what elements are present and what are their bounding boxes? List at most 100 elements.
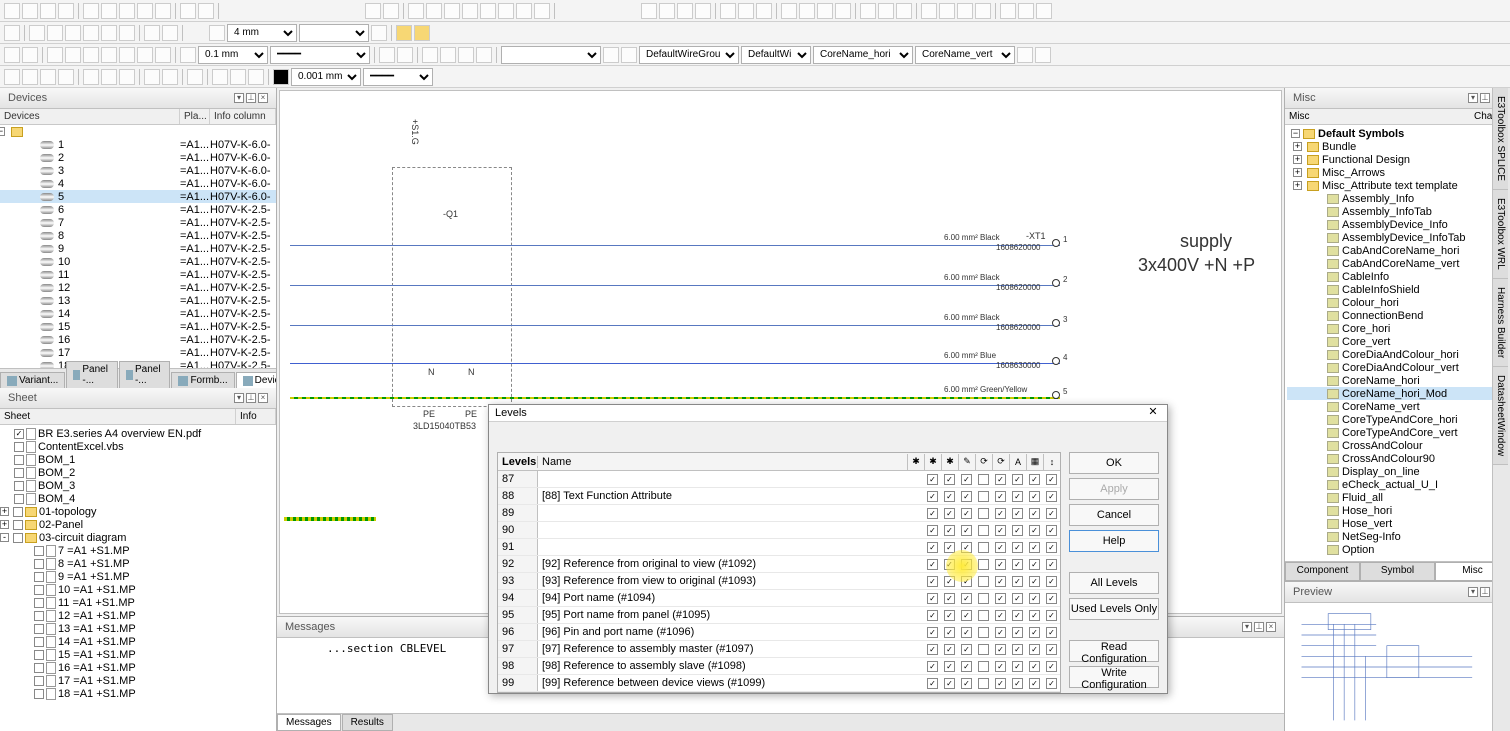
level-col-icon[interactable]: ↕ bbox=[1043, 454, 1060, 470]
sheet-tree-item[interactable]: BOM_1 bbox=[2, 453, 274, 466]
pin-icon[interactable]: ⊥ bbox=[246, 93, 256, 103]
apply-button[interactable]: Apply bbox=[1069, 478, 1159, 500]
used-levels-button[interactable]: Used Levels Only bbox=[1069, 598, 1159, 620]
cancel-button[interactable]: Cancel bbox=[1069, 504, 1159, 526]
toolbar-button[interactable] bbox=[835, 3, 851, 19]
toolbar-button[interactable] bbox=[58, 3, 74, 19]
device-row[interactable]: 10=A1...H07V-K-2.5- bbox=[0, 255, 276, 268]
misc-item[interactable]: Hose_vert bbox=[1287, 517, 1508, 530]
toolbar-button[interactable] bbox=[860, 3, 876, 19]
toolbar-button[interactable] bbox=[397, 47, 413, 63]
pin-icon[interactable]: ⊥ bbox=[1480, 587, 1490, 597]
misc-folder[interactable]: +Misc_Attribute text template bbox=[1287, 179, 1508, 192]
toolbar-button[interactable] bbox=[738, 3, 754, 19]
level-col-icon[interactable]: ⟳ bbox=[992, 454, 1009, 470]
close-icon[interactable]: × bbox=[258, 393, 268, 403]
linestyle2-select[interactable]: ━━━━ bbox=[363, 68, 433, 86]
device-row[interactable]: 4=A1...H07V-K-6.0- bbox=[0, 177, 276, 190]
misc-item[interactable]: eCheck_actual_U_I bbox=[1287, 478, 1508, 491]
toolbar-button[interactable] bbox=[878, 3, 894, 19]
toolbar-button[interactable] bbox=[939, 3, 955, 19]
toolbar-button[interactable] bbox=[155, 47, 171, 63]
device-row[interactable]: 12=A1...H07V-K-2.5- bbox=[0, 281, 276, 294]
toolbar-button[interactable] bbox=[101, 3, 117, 19]
toolbar-button[interactable] bbox=[408, 3, 424, 19]
sheet-tree-item[interactable]: 11 =A1 +S1.MP bbox=[2, 596, 274, 609]
level-row[interactable]: 95[95] Port name from panel (#1095)✓✓✓✓✓… bbox=[498, 607, 1060, 624]
misc-item[interactable]: NetSeg-Info bbox=[1287, 530, 1508, 543]
misc-item[interactable]: CoreTypeAndCore_vert bbox=[1287, 426, 1508, 439]
level-col-icon[interactable]: ✱ bbox=[924, 454, 941, 470]
devices-list[interactable]: −1=A1...H07V-K-6.0-2=A1...H07V-K-6.0-3=A… bbox=[0, 125, 276, 368]
misc-item[interactable]: CabAndCoreName_hori bbox=[1287, 244, 1508, 257]
toolbar-button[interactable] bbox=[144, 25, 160, 41]
device-row[interactable]: 3=A1...H07V-K-6.0- bbox=[0, 164, 276, 177]
misc-item[interactable]: CableInfoShield bbox=[1287, 283, 1508, 296]
misc-item[interactable]: CoreName_vert bbox=[1287, 400, 1508, 413]
device-row[interactable]: 6=A1...H07V-K-2.5- bbox=[0, 203, 276, 216]
sheet-tree[interactable]: ✓BR E3.series A4 overview EN.pdfContentE… bbox=[0, 425, 276, 731]
toolbar-button[interactable] bbox=[4, 47, 20, 63]
misc-bottom-tab[interactable]: Symbol bbox=[1360, 562, 1435, 581]
misc-bottom-tab[interactable]: Component bbox=[1285, 562, 1360, 581]
toolbar-button[interactable] bbox=[137, 47, 153, 63]
misc-folder[interactable]: +Misc_Arrows bbox=[1287, 166, 1508, 179]
dropdown-icon[interactable]: ▾ bbox=[1468, 93, 1478, 103]
level-row[interactable]: 89✓✓✓✓✓✓✓ bbox=[498, 505, 1060, 522]
toolbar-button[interactable] bbox=[40, 69, 56, 85]
toolbar-button[interactable] bbox=[975, 3, 991, 19]
misc-item[interactable]: Core_vert bbox=[1287, 335, 1508, 348]
dropdown-icon[interactable]: ▾ bbox=[1468, 587, 1478, 597]
devices-tab[interactable]: Panel -... bbox=[66, 361, 118, 388]
sheet-tree-item[interactable]: 13 =A1 +S1.MP bbox=[2, 622, 274, 635]
toolbar-button[interactable] bbox=[119, 3, 135, 19]
toolbar-button[interactable] bbox=[162, 25, 178, 41]
write-config-button[interactable]: Write Configuration bbox=[1069, 666, 1159, 688]
dropdown-icon[interactable]: ▾ bbox=[234, 393, 244, 403]
toolbar-button[interactable] bbox=[396, 25, 412, 41]
misc-item[interactable]: Assembly_Info bbox=[1287, 192, 1508, 205]
toolbar-button[interactable] bbox=[22, 69, 38, 85]
toolbar-button[interactable] bbox=[209, 25, 225, 41]
toolbar-button[interactable] bbox=[212, 69, 228, 85]
toolbar-button[interactable] bbox=[621, 47, 637, 63]
toolbar-button[interactable] bbox=[230, 69, 246, 85]
sheet-tree-item[interactable]: 14 =A1 +S1.MP bbox=[2, 635, 274, 648]
level-row[interactable]: 88[88] Text Function Attribute✓✓✓✓✓✓✓ bbox=[498, 488, 1060, 505]
device-row[interactable]: 11=A1...H07V-K-2.5- bbox=[0, 268, 276, 281]
level-col-icon[interactable]: ▦ bbox=[1026, 454, 1043, 470]
linestyle-select[interactable]: ━━━━ bbox=[270, 46, 370, 64]
level-col-icon[interactable]: ✎ bbox=[958, 454, 975, 470]
misc-item[interactable]: ConnectionBend bbox=[1287, 309, 1508, 322]
toolbar-button[interactable] bbox=[101, 25, 117, 41]
misc-item[interactable]: AssemblyDevice_InfoTab bbox=[1287, 231, 1508, 244]
toolbar-button[interactable] bbox=[137, 3, 153, 19]
toolbar-button[interactable] bbox=[426, 3, 442, 19]
toolbar-button[interactable] bbox=[462, 3, 478, 19]
sheet-tree-item[interactable]: 8 =A1 +S1.MP bbox=[2, 557, 274, 570]
toolbar-button[interactable] bbox=[440, 47, 456, 63]
dropdown-icon[interactable]: ▾ bbox=[1242, 622, 1252, 632]
device-row[interactable]: 1=A1...H07V-K-6.0- bbox=[0, 138, 276, 151]
misc-item[interactable]: CrossAndColour bbox=[1287, 439, 1508, 452]
close-icon[interactable]: × bbox=[1266, 622, 1276, 632]
toolbar-button[interactable] bbox=[365, 3, 381, 19]
misc-item[interactable]: Core_hori bbox=[1287, 322, 1508, 335]
toolbar-button[interactable] bbox=[1018, 3, 1034, 19]
toolbar-button[interactable] bbox=[4, 69, 20, 85]
corename-v-select[interactable]: CoreName_vert bbox=[915, 46, 1015, 64]
devices-tab[interactable]: Devices bbox=[236, 372, 276, 388]
sheet-tree-item[interactable]: -03-circuit diagram bbox=[2, 531, 274, 544]
toolbar-button[interactable] bbox=[414, 25, 430, 41]
toolbar-button[interactable] bbox=[22, 47, 38, 63]
toolbar-button[interactable] bbox=[957, 3, 973, 19]
toolbar-button[interactable] bbox=[101, 69, 117, 85]
sheet-tree-item[interactable]: 10 =A1 +S1.MP bbox=[2, 583, 274, 596]
level-row[interactable]: 91✓✓✓✓✓✓✓ bbox=[498, 539, 1060, 556]
misc-item[interactable]: Colour_hori bbox=[1287, 296, 1508, 309]
messages-tab[interactable]: Messages bbox=[277, 714, 341, 731]
toolbar-button[interactable] bbox=[516, 3, 532, 19]
vertical-tab[interactable]: E3Toolbox WRL bbox=[1493, 190, 1508, 279]
sheet-tree-item[interactable]: ContentExcel.vbs bbox=[2, 440, 274, 453]
level-col-icon[interactable]: A bbox=[1009, 454, 1026, 470]
